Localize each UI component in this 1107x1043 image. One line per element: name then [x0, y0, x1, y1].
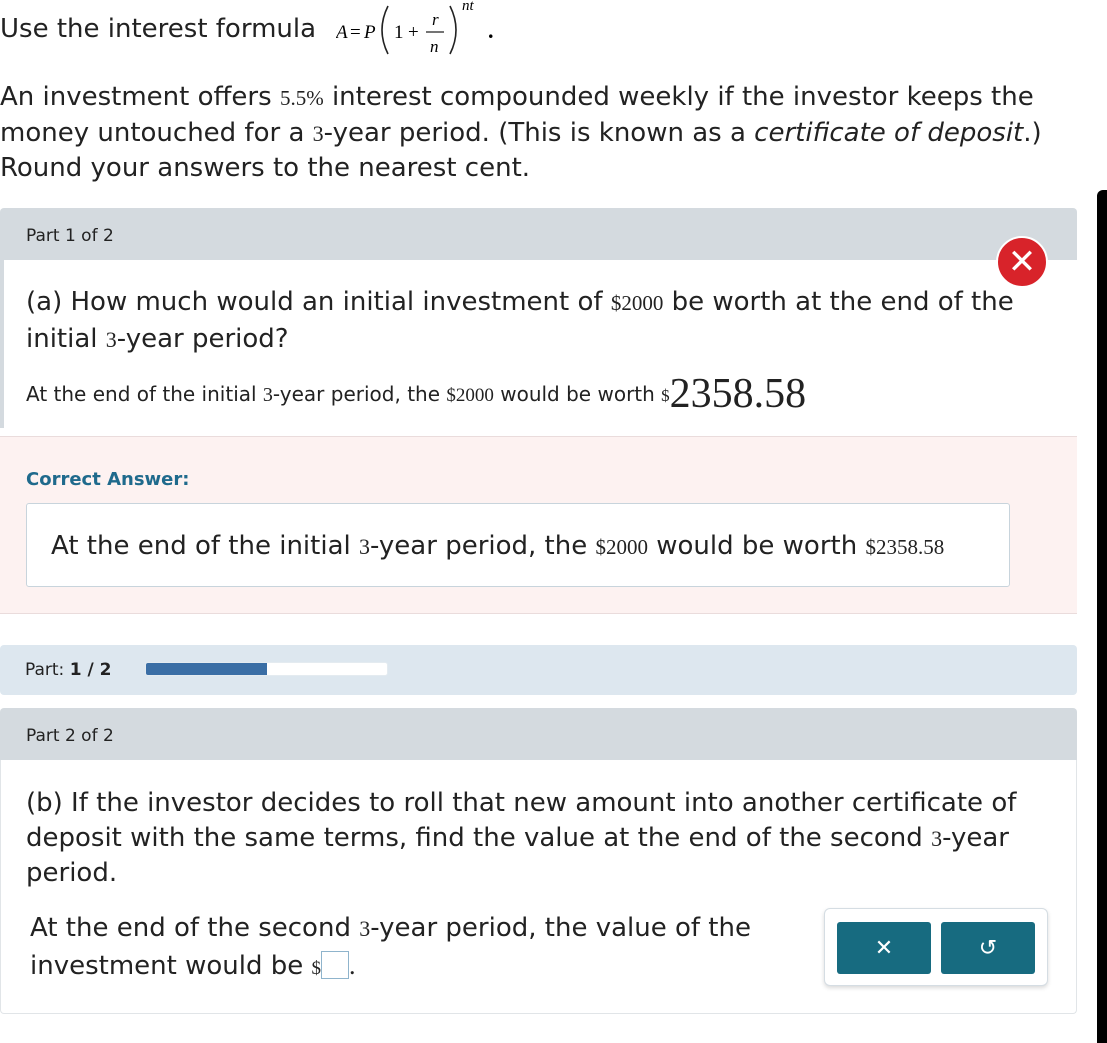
answer-a-text: would be worth — [493, 382, 662, 406]
correct-answer-value: $2358.58 — [865, 535, 945, 559]
term-years: 3 — [262, 384, 273, 406]
part1-title: Part 1 of 2 — [26, 226, 114, 246]
answer-tools: ✕ ↺ — [824, 908, 1048, 986]
answer-period: . — [349, 951, 356, 980]
question-a: (a) How much would an initial investment… — [26, 284, 1026, 358]
problem-intro: An investment offers 5.5% interest compo… — [0, 80, 1100, 186]
initial-investment: $2000 — [446, 385, 494, 406]
progress-label-text: Part: — [25, 660, 70, 680]
clear-button[interactable]: ✕ — [837, 922, 931, 974]
answer-a-text: At the end of the initial — [26, 382, 263, 406]
progress-total: 2 — [99, 660, 112, 680]
progress-label: Part: 1 / 2 — [25, 660, 111, 680]
formula-A: A — [336, 22, 348, 43]
correct-text: would be worth — [647, 531, 866, 561]
undo-icon: ↺ — [978, 935, 998, 961]
correct-text: At the end of the initial — [51, 531, 359, 561]
part1-header: Part 1 of 2 — [0, 208, 1077, 260]
answer-b-text: At the end of the second — [30, 913, 360, 943]
submitted-answer-value: 2358.58 — [669, 371, 807, 417]
answer-a: At the end of the initial 3-year period,… — [26, 370, 806, 418]
progress-separator: / — [81, 660, 100, 680]
initial-investment: $2000 — [610, 291, 664, 315]
answer-a-text: -year period, the — [272, 382, 447, 406]
correct-answer-label: Correct Answer: — [26, 469, 190, 490]
part-progress: Part: 1 / 2 — [0, 645, 1077, 695]
formula-period: . — [488, 18, 494, 43]
formula-plus: + — [408, 22, 419, 43]
term-years: 3 — [359, 534, 370, 559]
currency-symbol: $ — [311, 958, 322, 979]
progress-current: 1 — [69, 660, 82, 680]
question-b-text: (b) If the investor decides to roll that… — [26, 788, 1017, 853]
correct-text: -year period, the — [370, 531, 596, 561]
formula-eq: = — [350, 22, 361, 43]
answer-b: At the end of the second 3-year period, … — [30, 910, 790, 987]
currency-symbol: $ — [661, 386, 670, 405]
progress-track — [145, 662, 388, 676]
window-edge — [1097, 190, 1107, 1043]
part2-title: Part 2 of 2 — [26, 726, 114, 746]
term-years: 3 — [931, 826, 943, 851]
undo-button[interactable]: ↺ — [941, 922, 1035, 974]
formula-left-paren — [381, 5, 389, 55]
close-icon: ✕ — [874, 935, 894, 961]
part2-header: Part 2 of 2 — [0, 708, 1077, 760]
interest-formula: A = P 1 + r n nt . — [336, 0, 494, 56]
correct-answer-panel: Correct Answer: At the end of the initia… — [0, 436, 1077, 614]
correct-answer-text: At the end of the initial 3-year period,… — [51, 531, 944, 561]
formula-P: P — [363, 22, 376, 43]
formula-n: n — [430, 37, 439, 56]
term-years: 3 — [105, 327, 117, 352]
formula-exponent: nt — [462, 0, 475, 14]
formula-prefix: Use the interest formula — [0, 14, 317, 44]
certificate-of-deposit-term: certificate of deposit — [754, 118, 1024, 148]
formula-r: r — [432, 10, 439, 29]
correct-answer-box: At the end of the initial 3-year period,… — [26, 503, 1010, 587]
term-years: 3 — [312, 121, 324, 146]
incorrect-status-icon: ✕ — [996, 236, 1048, 288]
question-a-text: -year period? — [116, 324, 289, 354]
intro-text: -year period. (This is known as a — [323, 118, 755, 148]
formula-line: Use the interest formula A = P 1 + r n n… — [0, 0, 600, 60]
part1-left-border — [0, 260, 4, 428]
formula-one: 1 — [394, 22, 404, 43]
progress-fill — [146, 663, 267, 675]
term-years: 3 — [359, 916, 371, 941]
intro-text: An investment offers — [0, 82, 280, 112]
interest-rate: 5.5% — [279, 86, 324, 110]
answer-input[interactable] — [321, 951, 349, 979]
question-a-text: (a) How much would an initial investment… — [26, 287, 611, 317]
question-b: (b) If the investor decides to roll that… — [26, 786, 1056, 891]
formula-right-paren — [449, 5, 457, 55]
initial-investment: $2000 — [595, 535, 648, 559]
